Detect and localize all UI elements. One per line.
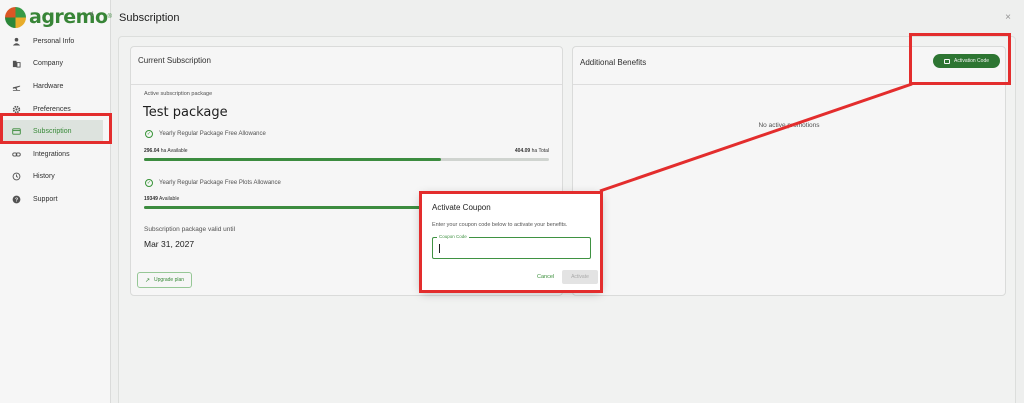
annotation-connector-line bbox=[599, 82, 913, 193]
